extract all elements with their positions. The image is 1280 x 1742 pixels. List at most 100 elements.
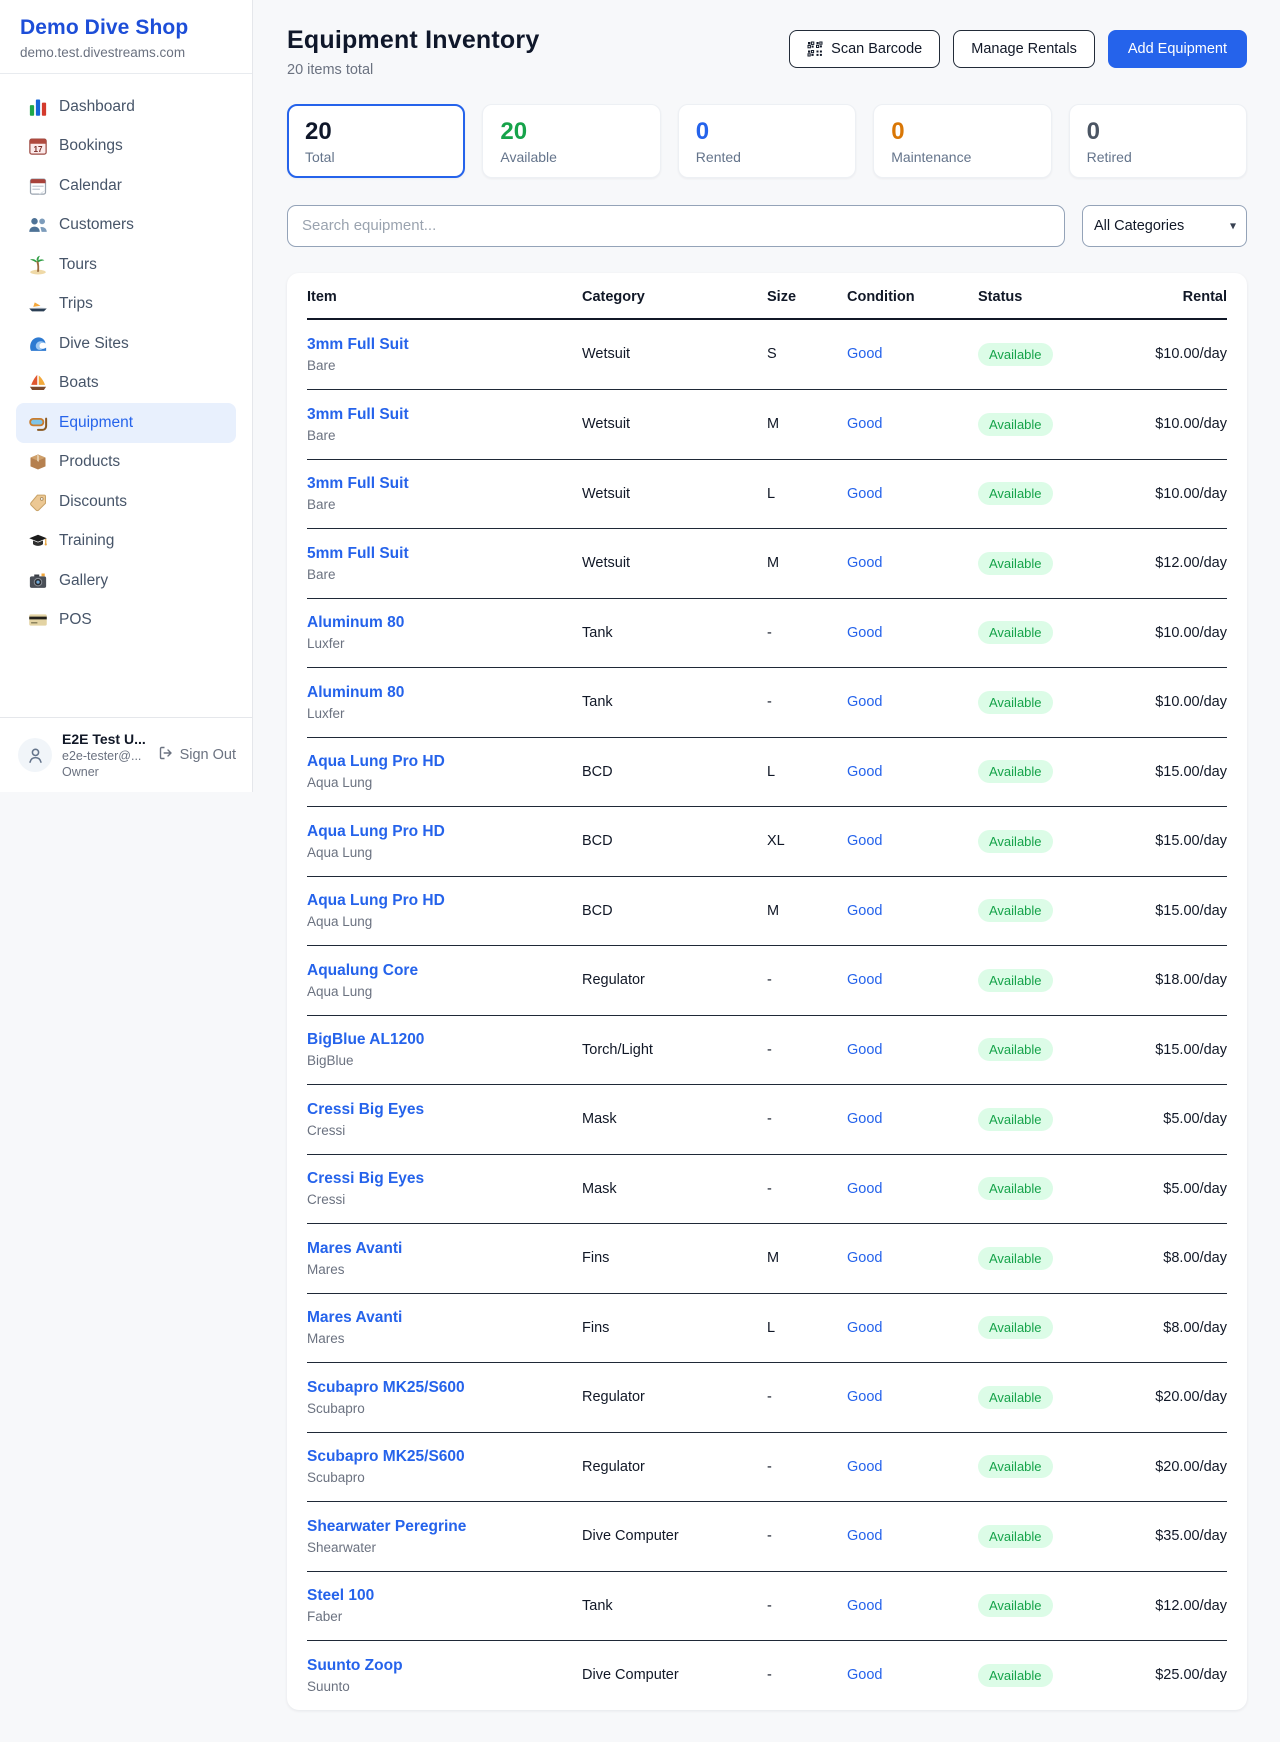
item-size: - [767,625,847,641]
add-equipment-button[interactable]: Add Equipment [1108,30,1247,68]
item-condition-link[interactable]: Good [847,972,882,988]
item-brand: Bare [307,358,582,373]
item-name-link[interactable]: Aqua Lung Pro HD [307,753,445,771]
item-condition-link[interactable]: Good [847,346,882,362]
status-badge: Available [978,969,1053,992]
item-condition-link[interactable]: Good [847,1459,882,1475]
sign-out-button[interactable]: Sign Out [158,745,236,765]
item-condition-link[interactable]: Good [847,903,882,919]
item-cell: BigBlue AL1200 BigBlue [307,1031,582,1068]
sidebar-item-tours[interactable]: Tours [16,245,236,285]
item-name-link[interactable]: Cressi Big Eyes [307,1101,424,1119]
item-condition-link[interactable]: Good [847,1111,882,1127]
item-condition-link[interactable]: Good [847,1528,882,1544]
item-name-link[interactable]: Shearwater Peregrine [307,1518,466,1536]
stat-card-available[interactable]: 20 Available [482,104,660,178]
item-name-link[interactable]: Scubapro MK25/S600 [307,1379,465,1397]
sidebar-item-dive-sites[interactable]: Dive Sites [16,324,236,364]
item-name-link[interactable]: Mares Avanti [307,1240,402,1258]
scan-barcode-button[interactable]: Scan Barcode [789,30,940,68]
item-condition-link[interactable]: Good [847,1320,882,1336]
item-size: L [767,764,847,780]
item-name-link[interactable]: Suunto Zoop [307,1657,403,1675]
item-rental-rate: $25.00/day [1133,1667,1227,1683]
sidebar-item-label: Dashboard [59,98,135,116]
item-name-link[interactable]: Steel 100 [307,1587,374,1605]
item-name-link[interactable]: 3mm Full Suit [307,406,409,424]
item-name-link[interactable]: Scubapro MK25/S600 [307,1448,465,1466]
sidebar-item-trips[interactable]: Trips [16,285,236,325]
item-condition-link[interactable]: Good [847,1042,882,1058]
item-brand: Suunto [307,1679,582,1694]
item-cell: Aqua Lung Pro HD Aqua Lung [307,892,582,929]
status-badge: Available [978,1664,1053,1687]
sidebar-item-calendar[interactable]: Calendar [16,166,236,206]
item-rental-rate: $12.00/day [1133,1598,1227,1614]
category-select-wrap: All Categories [1082,205,1247,247]
item-name-link[interactable]: Aqua Lung Pro HD [307,892,445,910]
item-name-link[interactable]: Aqua Lung Pro HD [307,823,445,841]
stat-card-rented[interactable]: 0 Rented [678,104,856,178]
sidebar-item-gallery[interactable]: Gallery [16,561,236,601]
wave-icon [28,334,48,354]
sidebar-item-bookings[interactable]: 17 Bookings [16,127,236,167]
sidebar-item-customers[interactable]: Customers [16,206,236,246]
svg-text:17: 17 [33,145,43,154]
item-name-link[interactable]: Mares Avanti [307,1309,402,1327]
item-condition-link[interactable]: Good [847,1389,882,1405]
item-condition-link[interactable]: Good [847,1250,882,1266]
item-condition-link[interactable]: Good [847,416,882,432]
item-name-link[interactable]: Aluminum 80 [307,684,404,702]
sidebar-item-discounts[interactable]: Discounts [16,482,236,522]
stat-card-retired[interactable]: 0 Retired [1069,104,1247,178]
table-row: 5mm Full Suit Bare Wetsuit M Good Availa… [307,528,1227,598]
sidebar-item-equipment[interactable]: Equipment [16,403,236,443]
qr-code-icon [807,41,823,57]
item-category: Wetsuit [582,555,767,571]
table-row: Cressi Big Eyes Cressi Mask - Good Avail… [307,1154,1227,1224]
item-cell: Cressi Big Eyes Cressi [307,1101,582,1138]
brand-title[interactable]: Demo Dive Shop [20,16,232,40]
table-row: Cressi Big Eyes Cressi Mask - Good Avail… [307,1084,1227,1154]
column-header-size: Size [767,273,847,318]
manage-rentals-button[interactable]: Manage Rentals [953,30,1095,68]
item-name-link[interactable]: Cressi Big Eyes [307,1170,424,1188]
status-badge: Available [978,1247,1053,1270]
item-condition-link[interactable]: Good [847,1598,882,1614]
sidebar-item-pos[interactable]: POS [16,601,236,641]
item-name-link[interactable]: 3mm Full Suit [307,336,409,354]
item-rental-rate: $5.00/day [1133,1181,1227,1197]
item-rental-rate: $15.00/day [1133,903,1227,919]
table-row: Aqua Lung Pro HD Aqua Lung BCD M Good Av… [307,876,1227,946]
item-category: Regulator [582,1389,767,1405]
status-badge: Available [978,1108,1053,1131]
item-name-link[interactable]: 3mm Full Suit [307,475,409,493]
stats-row: 20 Total 20 Available 0 Rented 0 Mainten… [287,104,1247,178]
item-rental-rate: $12.00/day [1133,555,1227,571]
item-condition-link[interactable]: Good [847,1667,882,1683]
category-select[interactable]: All Categories [1082,205,1247,247]
item-cell: Aqua Lung Pro HD Aqua Lung [307,823,582,860]
sidebar-item-label: Training [59,532,114,550]
search-input[interactable] [287,205,1065,247]
stat-card-maintenance[interactable]: 0 Maintenance [873,104,1051,178]
item-name-link[interactable]: Aluminum 80 [307,614,404,632]
item-name-link[interactable]: Aqualung Core [307,962,418,980]
item-condition-link[interactable]: Good [847,694,882,710]
item-condition-link[interactable]: Good [847,1181,882,1197]
people-icon [28,215,48,235]
item-name-link[interactable]: 5mm Full Suit [307,545,409,563]
item-condition-link[interactable]: Good [847,555,882,571]
item-cell: 3mm Full Suit Bare [307,336,582,373]
sidebar-item-training[interactable]: Training [16,522,236,562]
status-badge: Available [978,830,1053,853]
item-condition-link[interactable]: Good [847,833,882,849]
sidebar-item-dashboard[interactable]: Dashboard [16,87,236,127]
item-condition-link[interactable]: Good [847,486,882,502]
stat-card-total[interactable]: 20 Total [287,104,465,178]
item-condition-link[interactable]: Good [847,764,882,780]
sidebar-item-products[interactable]: Products [16,443,236,483]
sidebar-item-boats[interactable]: Boats [16,364,236,404]
item-condition-link[interactable]: Good [847,625,882,641]
item-name-link[interactable]: BigBlue AL1200 [307,1031,424,1049]
